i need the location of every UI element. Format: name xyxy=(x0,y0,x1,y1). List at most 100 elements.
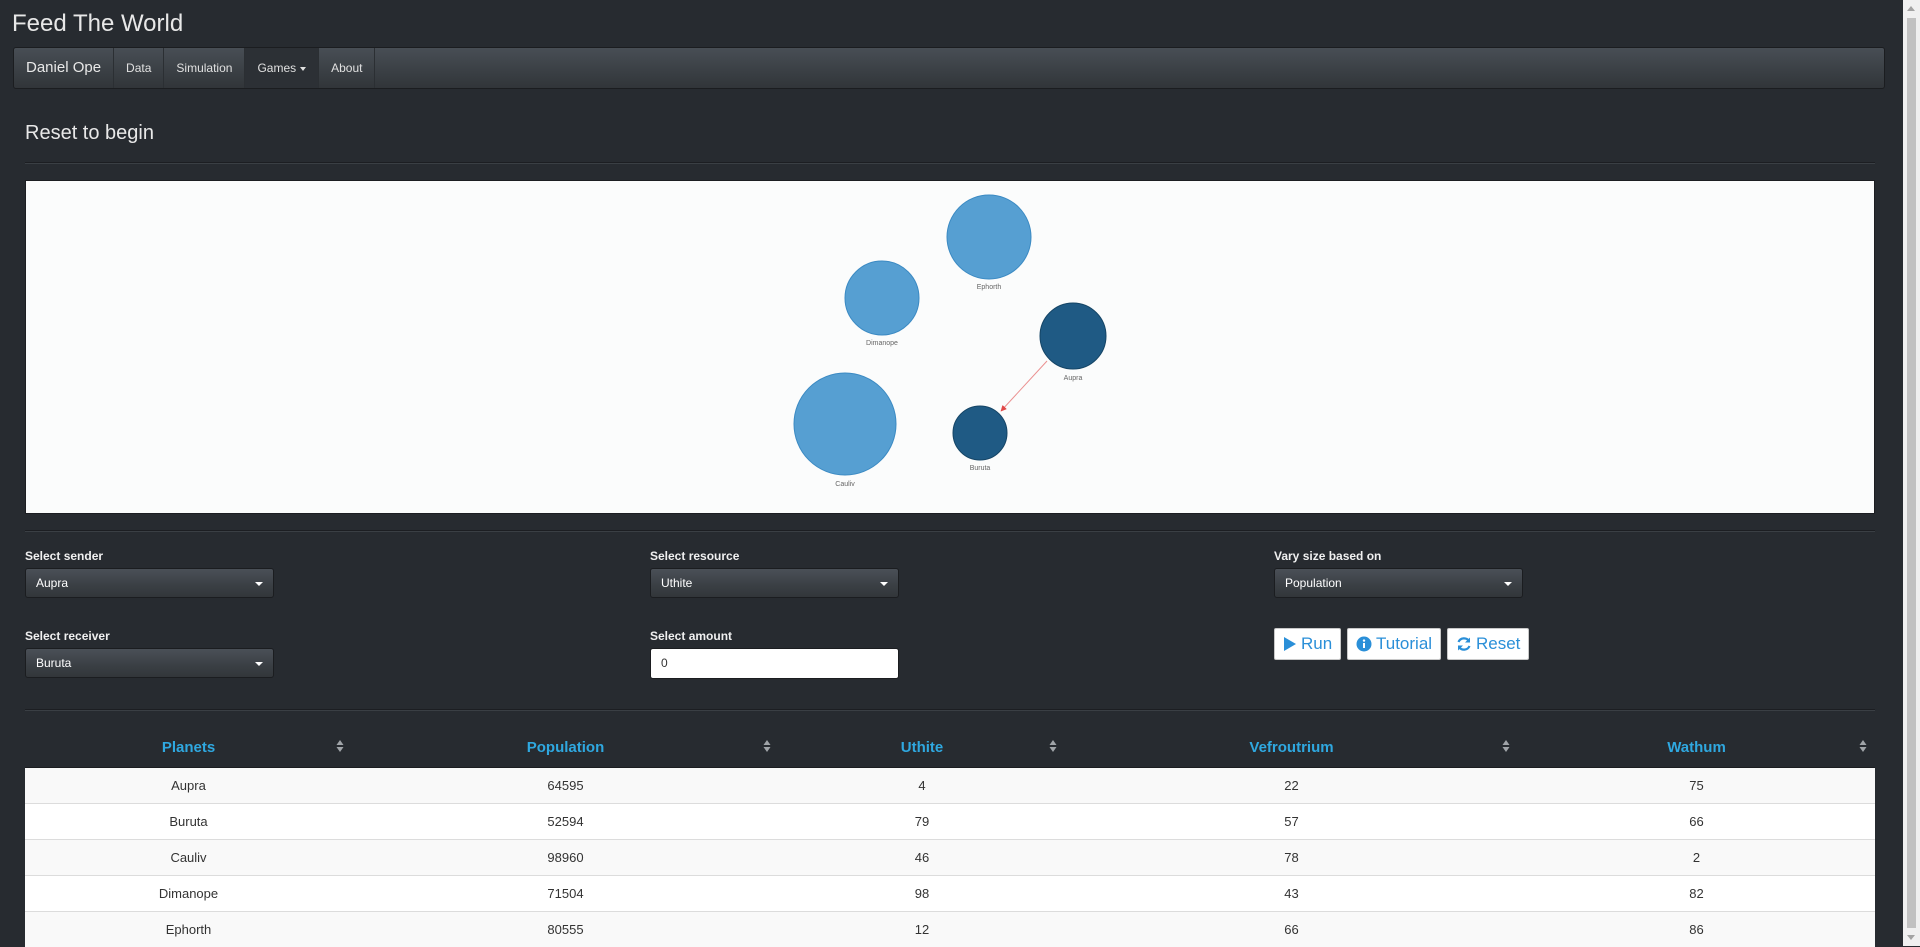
run-button[interactable]: Run xyxy=(1274,628,1341,660)
page-scrollbar[interactable] xyxy=(1903,0,1920,946)
run-button-label: Run xyxy=(1301,629,1332,659)
chevron-down-icon xyxy=(255,582,263,586)
table-cell: 82 xyxy=(1518,876,1875,912)
table-cell: 2 xyxy=(1518,840,1875,876)
column-header-planets[interactable]: Planets xyxy=(25,727,352,768)
table-cell: 57 xyxy=(1065,804,1518,840)
reset-button[interactable]: Reset xyxy=(1447,628,1529,660)
sort-icon xyxy=(336,739,344,753)
table-cell: 79 xyxy=(779,804,1065,840)
sender-label: Select sender xyxy=(25,549,103,563)
scroll-up-icon[interactable] xyxy=(1907,6,1915,11)
table-cell: Aupra xyxy=(25,768,352,804)
table-cell: 80555 xyxy=(352,912,779,947)
transfer-link xyxy=(1001,361,1047,411)
size-label: Vary size based on xyxy=(1274,549,1381,563)
sort-icon xyxy=(1859,739,1867,753)
amount-input[interactable]: 0 xyxy=(650,648,899,679)
info-icon xyxy=(1356,636,1372,652)
planet-label-cauliv: Cauliv xyxy=(835,481,855,488)
table-cell: 98960 xyxy=(352,840,779,876)
chevron-down-icon xyxy=(1504,582,1512,586)
table-cell: 66 xyxy=(1518,804,1875,840)
scroll-down-icon[interactable] xyxy=(1907,935,1915,940)
table-cell: 43 xyxy=(1065,876,1518,912)
sort-icon xyxy=(763,739,771,753)
scrollbar-thumb[interactable] xyxy=(1907,18,1916,928)
column-header-vefroutrium[interactable]: Vefroutrium xyxy=(1065,727,1518,768)
planet-label-buruta: Buruta xyxy=(970,465,991,472)
chevron-down-icon xyxy=(255,662,263,666)
column-header-label: Population xyxy=(527,739,605,756)
table-cell: Cauliv xyxy=(25,840,352,876)
nav-item-about[interactable]: About xyxy=(319,48,375,88)
planets-table: Planets Population Uthite Vefroutrium Wa… xyxy=(25,727,1875,947)
size-select[interactable]: Population xyxy=(1274,568,1523,598)
table-cell: Ephorth xyxy=(25,912,352,947)
planet-label-aupra: Aupra xyxy=(1064,375,1083,382)
column-header-population[interactable]: Population xyxy=(352,727,779,768)
table-cell: 86 xyxy=(1518,912,1875,947)
navbar: Daniel Ope Data Simulation Games About xyxy=(13,47,1885,89)
column-header-label: Uthite xyxy=(901,739,944,756)
nav-item-games[interactable]: Games xyxy=(245,48,319,88)
divider xyxy=(25,530,1875,532)
column-header-label: Wathum xyxy=(1667,739,1726,756)
planet-graph: Ephorth Dimanope Aupra Cauliv Buruta xyxy=(26,181,1874,513)
amount-label: Select amount xyxy=(650,629,732,643)
planet-label-dimanope: Dimanope xyxy=(866,340,898,347)
table-cell: Buruta xyxy=(25,804,352,840)
planet-node-cauliv[interactable]: Cauliv xyxy=(794,373,896,488)
resource-select[interactable]: Uthite xyxy=(650,568,899,598)
planet-node-aupra[interactable]: Aupra xyxy=(1040,303,1106,382)
chevron-down-icon xyxy=(300,67,306,71)
table-cell: 78 xyxy=(1065,840,1518,876)
table-cell: 46 xyxy=(779,840,1065,876)
sort-icon xyxy=(1049,739,1057,753)
table-cell: 52594 xyxy=(352,804,779,840)
planet-visualization[interactable]: Ephorth Dimanope Aupra Cauliv Buruta xyxy=(25,180,1875,514)
table-row: Ephorth 80555 12 66 86 xyxy=(25,912,1875,947)
divider xyxy=(25,162,1875,164)
play-icon xyxy=(1283,636,1297,652)
column-header-label: Planets xyxy=(162,739,215,756)
table-cell: 22 xyxy=(1065,768,1518,804)
sender-select-value: Aupra xyxy=(36,576,68,590)
table-row: Cauliv 98960 46 78 2 xyxy=(25,840,1875,876)
column-header-label: Vefroutrium xyxy=(1249,739,1333,756)
sender-select[interactable]: Aupra xyxy=(25,568,274,598)
divider xyxy=(25,709,1875,711)
nav-item-simulation[interactable]: Simulation xyxy=(164,48,245,88)
tutorial-button[interactable]: Tutorial xyxy=(1347,628,1441,660)
size-select-value: Population xyxy=(1285,576,1342,590)
table-cell: 66 xyxy=(1065,912,1518,947)
receiver-select[interactable]: Buruta xyxy=(25,648,274,678)
table-cell: 75 xyxy=(1518,768,1875,804)
column-header-wathum[interactable]: Wathum xyxy=(1518,727,1875,768)
chevron-down-icon xyxy=(880,582,888,586)
table-cell: 64595 xyxy=(352,768,779,804)
section-title: Reset to begin xyxy=(25,122,154,145)
planet-node-buruta[interactable]: Buruta xyxy=(953,406,1007,472)
planet-node-dimanope[interactable]: Dimanope xyxy=(845,261,919,347)
table-cell: 98 xyxy=(779,876,1065,912)
receiver-select-value: Buruta xyxy=(36,656,71,670)
nav-item-data[interactable]: Data xyxy=(114,48,164,88)
table-cell: 12 xyxy=(779,912,1065,947)
table-cell: 71504 xyxy=(352,876,779,912)
table-row: Dimanope 71504 98 43 82 xyxy=(25,876,1875,912)
resource-select-value: Uthite xyxy=(661,576,692,590)
table-cell: 4 xyxy=(779,768,1065,804)
sort-icon xyxy=(1502,739,1510,753)
planet-node-ephorth[interactable]: Ephorth xyxy=(947,195,1031,291)
column-header-uthite[interactable]: Uthite xyxy=(779,727,1065,768)
reset-button-label: Reset xyxy=(1476,629,1520,659)
refresh-icon xyxy=(1456,636,1472,652)
tutorial-button-label: Tutorial xyxy=(1376,629,1432,659)
receiver-label: Select receiver xyxy=(25,629,110,643)
table-row: Buruta 52594 79 57 66 xyxy=(25,804,1875,840)
app-title: Feed The World xyxy=(12,10,183,38)
nav-brand[interactable]: Daniel Ope xyxy=(14,48,114,88)
table-cell: Dimanope xyxy=(25,876,352,912)
table-row: Aupra 64595 4 22 75 xyxy=(25,768,1875,804)
